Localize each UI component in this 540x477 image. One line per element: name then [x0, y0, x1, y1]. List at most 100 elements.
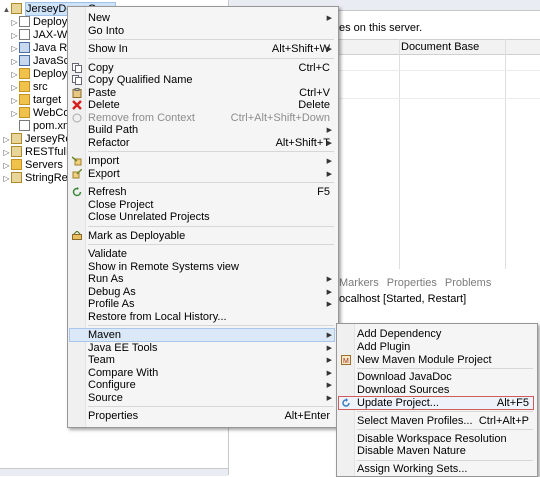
menu-item-profile-as[interactable]: Profile As ▶	[68, 298, 338, 311]
tree-item-src[interactable]: ▷ src	[10, 81, 48, 94]
menu-item-label: Add Dependency	[357, 328, 442, 340]
remove-icon	[72, 113, 82, 123]
menu-separator	[88, 182, 334, 183]
menu-item-label: Mark as Deployable	[88, 229, 186, 242]
menu-item-shortcut: Ctrl+C	[298, 61, 330, 74]
menu-item-label: Copy Qualified Name	[88, 74, 193, 86]
menu-item-disable-maven-nature[interactable]: Disable Maven Nature	[337, 445, 537, 458]
menu-item-source[interactable]: Source ▶	[68, 392, 338, 405]
menu-item-shortcut: Alt+Shift+W	[271, 43, 330, 55]
menu-item-refresh[interactable]: Refresh F5	[68, 186, 338, 199]
project-icon	[11, 133, 22, 144]
menu-item-go-into[interactable]: Go Into	[68, 25, 338, 38]
menu-item-team[interactable]: Team ▶	[68, 354, 338, 367]
menu-separator	[88, 225, 334, 227]
expand-arrow-icon[interactable]: ▷	[10, 94, 19, 107]
expand-arrow-icon[interactable]: ▷	[10, 81, 19, 94]
tree-item-target[interactable]: ▷ target	[10, 94, 61, 107]
menu-item-label: Export	[88, 167, 120, 180]
menu-item-configure[interactable]: Configure ▶	[68, 379, 338, 392]
menu-item-update-project[interactable]: Update Project... Alt+F5	[337, 397, 537, 410]
menu-item-add-dependency[interactable]: Add Dependency	[337, 328, 537, 341]
tree-item-servers[interactable]: ▷ Servers	[2, 159, 63, 172]
menu-item-java-ee-tools[interactable]: Java EE Tools ▶	[68, 342, 338, 355]
menu-item-select-maven-profiles[interactable]: Select Maven Profiles... Ctrl+Alt+P	[337, 415, 537, 428]
submenu-arrow-icon: ▶	[326, 382, 332, 389]
tab-properties[interactable]: Properties	[387, 277, 437, 289]
project-icon	[11, 172, 22, 183]
expand-arrow-icon[interactable]: ▷	[10, 29, 19, 42]
expand-arrow-icon[interactable]: ▷	[10, 55, 19, 68]
expand-arrow-icon[interactable]: ▷	[10, 16, 19, 29]
maven-module-icon: M	[341, 354, 351, 365]
folder-icon	[19, 94, 30, 105]
menu-item-assign-working-sets[interactable]: Assign Working Sets...	[337, 463, 537, 476]
menu-item-add-plugin[interactable]: Add Plugin	[337, 341, 537, 354]
menu-item-refactor[interactable]: Refactor Alt+Shift+T ▶	[68, 137, 338, 150]
menu-separator	[357, 459, 533, 461]
menu-item-debug-as[interactable]: Debug As ▶	[68, 286, 338, 299]
collapse-arrow-icon[interactable]: ▲	[2, 3, 11, 16]
menu-item-properties[interactable]: Properties Alt+Enter	[68, 410, 338, 423]
menu-item-close-project[interactable]: Close Project	[68, 199, 338, 212]
menu-item-label: Source	[88, 391, 123, 404]
table-row-line	[339, 98, 540, 99]
menu-item-copy[interactable]: Copy Ctrl+C	[68, 62, 338, 75]
table-header: Document Base	[339, 39, 540, 55]
expand-arrow-icon[interactable]: ▷	[2, 159, 11, 172]
expand-arrow-icon[interactable]: ▷	[10, 107, 19, 120]
menu-item-label: Compare With	[88, 366, 159, 379]
server-status-line[interactable]: ocalhost [Started, Restart]	[339, 293, 466, 305]
expand-arrow-icon[interactable]: ▷	[10, 68, 19, 81]
menu-item-validate[interactable]: Validate	[68, 248, 338, 261]
menu-item-label: Build Path	[88, 124, 139, 136]
menu-item-export[interactable]: Export ▶	[68, 168, 338, 181]
folder-icon	[19, 107, 30, 118]
menu-item-shortcut: Alt+F5	[496, 397, 529, 409]
column-header-document-base[interactable]: Document Base	[401, 41, 479, 53]
menu-item-disable-workspace-resolution[interactable]: Disable Workspace Resolution	[337, 433, 537, 446]
menu-item-mark-as-deployable[interactable]: Mark as Deployable	[68, 230, 338, 243]
menu-item-build-path[interactable]: Build Path ▶	[68, 124, 338, 137]
submenu-arrow-icon: ▶	[326, 170, 332, 178]
menu-item-copy-qualified-name[interactable]: Copy Qualified Name	[68, 74, 338, 87]
menu-separator	[88, 244, 334, 245]
menu-item-paste[interactable]: Paste Ctrl+V	[68, 87, 338, 100]
menu-item-new-maven-module-project[interactable]: M New Maven Module Project	[337, 354, 537, 367]
menu-item-shortcut: Ctrl+V	[299, 86, 330, 99]
menu-item-import[interactable]: Import ▶	[68, 155, 338, 168]
menu-item-label: Configure	[88, 379, 136, 391]
menu-item-download-javadoc[interactable]: Download JavaDoc	[337, 371, 537, 384]
library-icon	[19, 55, 30, 66]
menu-item-label: Copy	[88, 61, 114, 74]
expand-arrow-icon[interactable]: ▷	[2, 133, 11, 146]
deploy-icon	[72, 229, 82, 241]
export-icon	[72, 167, 83, 179]
maven-submenu: Add Dependency Add Plugin M New Maven Modul…	[336, 323, 538, 477]
menu-item-label: Select Maven Profiles...	[357, 414, 473, 427]
menu-item-maven[interactable]: Maven ▶	[68, 329, 338, 342]
menu-item-label: Paste	[88, 86, 117, 99]
tree-item-pom-xml[interactable]: pom.xml	[10, 120, 75, 133]
library-icon	[19, 42, 30, 53]
menu-item-run-as[interactable]: Run As ▶	[68, 273, 338, 286]
menu-item-shortcut: Ctrl+Alt+P	[478, 414, 529, 427]
project-icon	[11, 146, 22, 157]
menu-item-delete[interactable]: Delete Delete	[68, 99, 338, 112]
tab-problems[interactable]: Problems	[445, 277, 491, 289]
menu-separator	[357, 429, 533, 431]
menu-item-new[interactable]: New ▶	[68, 12, 338, 25]
menu-item-compare-with[interactable]: Compare With ▶	[68, 367, 338, 380]
menu-item-show-in[interactable]: Show In Alt+Shift+W ▶	[68, 43, 338, 56]
menu-separator	[357, 411, 533, 413]
server-message: es on this server.	[339, 22, 423, 34]
expand-arrow-icon[interactable]: ▷	[2, 172, 11, 185]
menu-item-restore-from-local-history[interactable]: Restore from Local History...	[68, 311, 338, 324]
project-icon	[11, 3, 22, 14]
tab-markers[interactable]: Markers	[339, 277, 379, 289]
expand-arrow-icon[interactable]: ▷	[2, 146, 11, 159]
menu-item-show-in-remote-systems-view[interactable]: Show in Remote Systems view	[68, 261, 338, 274]
menu-item-close-unrelated-projects[interactable]: Close Unrelated Projects	[68, 211, 338, 224]
expand-arrow-icon[interactable]: ▷	[10, 42, 19, 55]
menu-item-label: New Maven Module Project	[357, 353, 492, 366]
